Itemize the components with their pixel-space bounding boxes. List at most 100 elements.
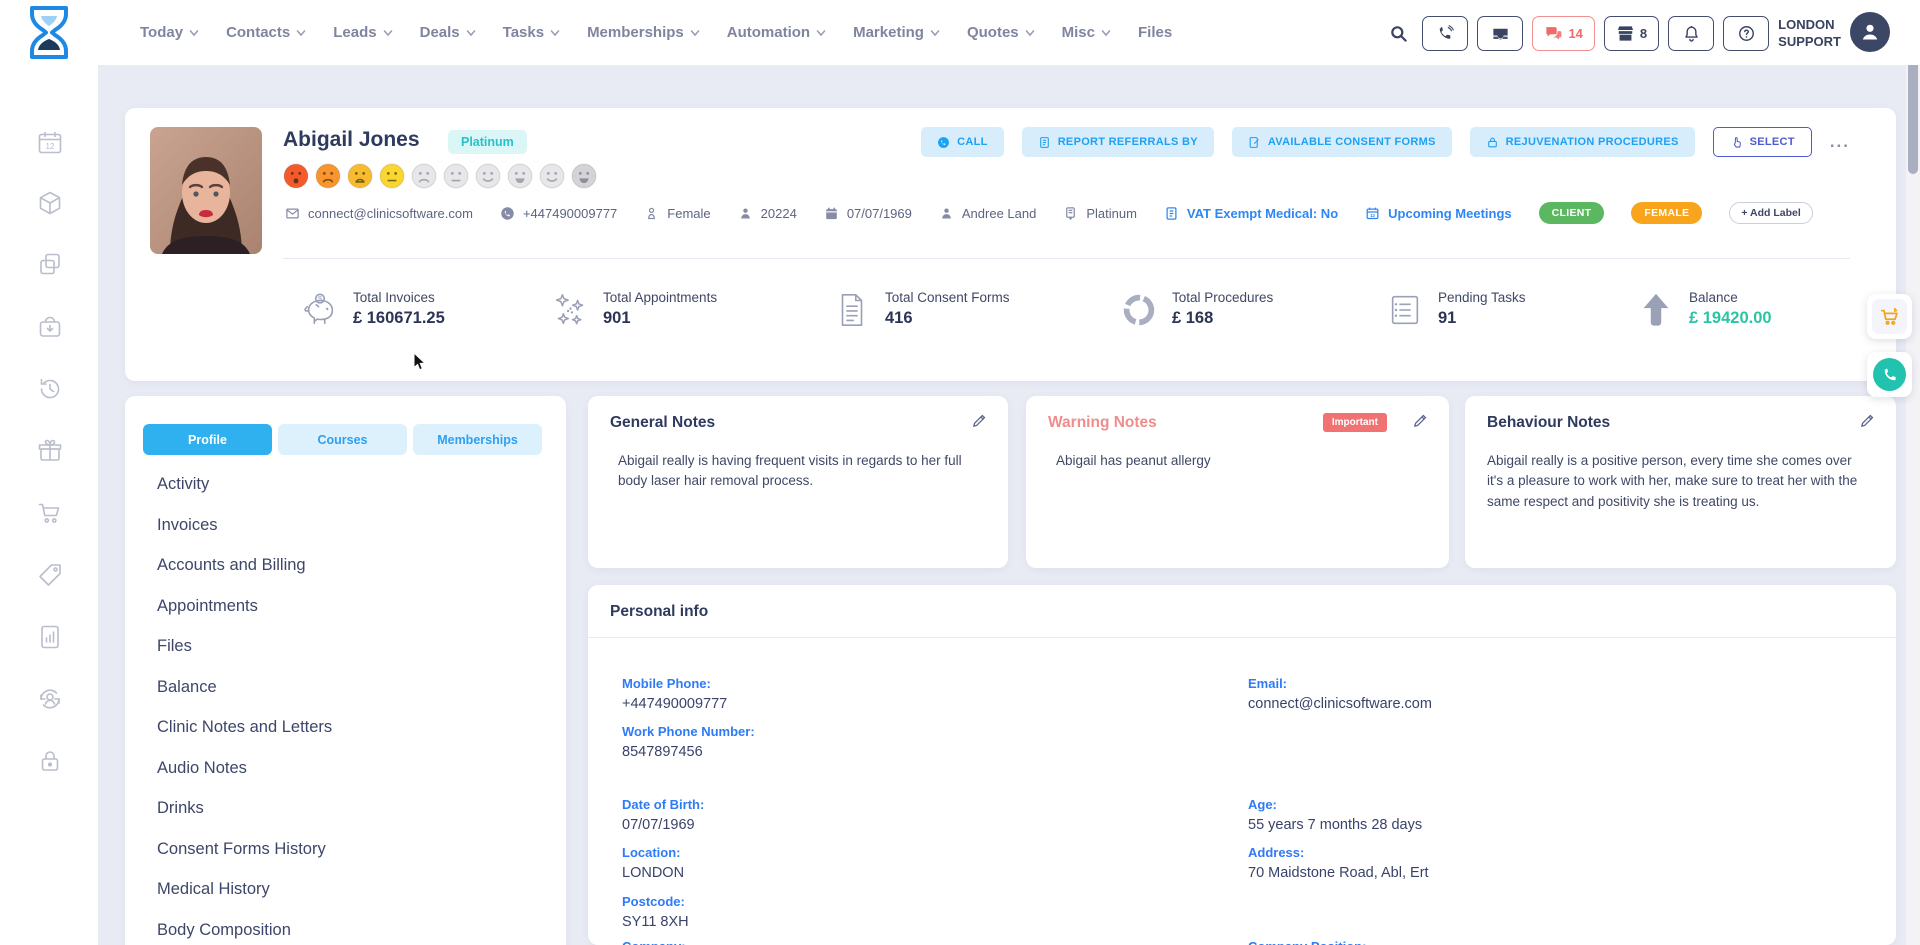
rail-calendar-icon[interactable]: 12 — [36, 129, 64, 157]
rail-price-tag-icon[interactable] — [36, 561, 64, 589]
nav-item-memberships[interactable]: Memberships — [587, 24, 700, 41]
mood-unhappy-icon[interactable] — [347, 163, 373, 189]
menu-item-body-composition[interactable]: Body Composition — [157, 921, 291, 940]
field-age: Age:55 years 7 months 28 days — [1248, 797, 1422, 833]
edit-pencil-icon[interactable] — [1412, 412, 1429, 429]
nav-item-contacts[interactable]: Contacts — [226, 24, 306, 41]
patient-side-panel: ProfileCoursesMemberships Activity Invoice… — [125, 396, 566, 945]
rail-history-icon[interactable] — [36, 375, 64, 403]
phone-calls-button[interactable] — [1422, 16, 1468, 51]
floating-cart-button[interactable] — [1867, 294, 1912, 339]
clinicsoftware-logo-icon[interactable] — [24, 6, 74, 59]
rail-lock-icon[interactable] — [36, 747, 64, 775]
nav-item-marketing[interactable]: Marketing — [853, 24, 940, 41]
left-icon-rail: 12 — [0, 65, 98, 945]
person-icon — [1858, 20, 1882, 44]
behaviour-notes-body: Abigail really is a positive person, eve… — [1487, 451, 1870, 512]
shopping-cart-icon — [1879, 306, 1901, 328]
rail-cart-icon[interactable] — [36, 499, 64, 527]
task-list-icon — [1386, 290, 1424, 335]
menu-item-invoices[interactable]: Invoices — [157, 516, 218, 535]
nav-item-automation[interactable]: Automation — [727, 24, 826, 41]
mood-angry-icon[interactable] — [283, 163, 309, 189]
form-pen-icon — [1248, 136, 1261, 149]
mood-upset-icon[interactable] — [315, 163, 341, 189]
field-company-position: Company Position: — [1248, 939, 1366, 945]
rail-gift-icon[interactable] — [36, 437, 64, 465]
consent-doc-icon — [833, 290, 871, 335]
rail-account-sync-icon[interactable] — [36, 685, 64, 713]
search-button[interactable] — [1383, 16, 1413, 51]
menu-item-clinic-notes-and-letters[interactable]: Clinic Notes and Letters — [157, 718, 332, 737]
navbar-right-cluster: 14 8 LONDON SUPPORT — [1383, 15, 1890, 52]
report-referrals-button[interactable]: REPORT REFERRALS BY — [1022, 127, 1214, 157]
mood-delighted-icon[interactable] — [571, 163, 597, 189]
store-icon — [1616, 24, 1635, 43]
edit-pencil-icon[interactable] — [971, 412, 988, 429]
stat-value: 901 — [603, 309, 717, 328]
add-label-button[interactable]: + Add Label — [1729, 202, 1812, 224]
tab-profile[interactable]: Profile — [143, 424, 272, 455]
floating-whatsapp-button[interactable] — [1867, 352, 1912, 397]
inbox-button[interactable] — [1477, 16, 1523, 51]
rejuvenation-procedures-button[interactable]: REJUVENATION PROCEDURES — [1470, 127, 1695, 157]
mood-happy-icon[interactable] — [507, 163, 533, 189]
available-consent-forms-button[interactable]: AVAILABLE CONSENT FORMS — [1232, 127, 1452, 157]
more-options-button[interactable]: ... — [1830, 132, 1850, 152]
stat-label: Balance — [1689, 290, 1772, 305]
nav-item-misc[interactable]: Misc — [1062, 24, 1111, 41]
rail-copy-icon[interactable] — [36, 250, 64, 278]
mood-neutral-icon[interactable] — [379, 163, 405, 189]
rail-basket-calendar-icon[interactable] — [36, 313, 64, 341]
edit-pencil-icon[interactable] — [1859, 412, 1876, 429]
mood-pleased-icon[interactable] — [539, 163, 565, 189]
mood-content-icon[interactable] — [475, 163, 501, 189]
inbox-tray-icon — [1491, 24, 1510, 43]
menu-item-accounts-and-billing[interactable]: Accounts and Billing — [157, 556, 306, 575]
sparkles-icon — [551, 290, 589, 335]
behaviour-notes-card: Behaviour Notes Abigail really is a posi… — [1465, 396, 1896, 568]
patient-photo[interactable] — [150, 127, 262, 254]
nav-item-leads[interactable]: Leads — [333, 24, 392, 41]
menu-item-consent-forms-history[interactable]: Consent Forms History — [157, 840, 326, 859]
nav-item-tasks[interactable]: Tasks — [503, 24, 560, 41]
nav-item-deals[interactable]: Deals — [420, 24, 476, 41]
chat-messages-button[interactable]: 14 — [1532, 16, 1594, 51]
menu-item-drinks[interactable]: Drinks — [157, 799, 204, 818]
nav-item-files[interactable]: Files — [1138, 24, 1172, 41]
user-avatar[interactable] — [1850, 12, 1890, 52]
mood-meh-icon[interactable] — [443, 163, 469, 189]
menu-item-audio-notes[interactable]: Audio Notes — [157, 759, 247, 778]
contact-person: Andree Land — [939, 206, 1036, 221]
stat-label: Total Procedures — [1172, 290, 1273, 305]
profile-action-row: CALL REPORT REFERRALS BY AVAILABLE CONSE… — [921, 127, 1850, 157]
call-button[interactable]: CALL — [921, 127, 1004, 157]
rail-package-icon[interactable] — [36, 189, 64, 217]
mood-sad-icon[interactable] — [411, 163, 437, 189]
contact-link-meeting-calendar[interactable]: 12Upcoming Meetings — [1365, 206, 1512, 221]
menu-item-medical-history[interactable]: Medical History — [157, 880, 270, 899]
select-button[interactable]: SELECT — [1713, 127, 1812, 157]
bell-icon — [1682, 24, 1701, 43]
help-button[interactable] — [1723, 16, 1769, 51]
label-chip-female[interactable]: FEMALE — [1631, 202, 1702, 224]
menu-item-activity[interactable]: Activity — [157, 475, 209, 494]
hand-pointer-icon — [1730, 136, 1743, 149]
call-icon — [937, 136, 950, 149]
contact-link-vat-doc[interactable]: VAT Exempt Medical: No — [1164, 206, 1338, 221]
notifications-button[interactable] — [1668, 16, 1714, 51]
tab-memberships[interactable]: Memberships — [413, 424, 542, 455]
rail-report-icon[interactable] — [36, 623, 64, 651]
patient-profile-card: Abigail Jones Platinum connect@clinicsof… — [125, 108, 1896, 381]
nav-item-quotes[interactable]: Quotes — [967, 24, 1035, 41]
store-button[interactable]: 8 — [1604, 16, 1659, 51]
field-mobile-phone: Mobile Phone:+447490009777 — [622, 676, 727, 712]
label-chip-client[interactable]: CLIENT — [1539, 202, 1605, 224]
menu-item-appointments[interactable]: Appointments — [157, 597, 258, 616]
menu-item-balance[interactable]: Balance — [157, 678, 217, 697]
menu-item-files[interactable]: Files — [157, 637, 192, 656]
tab-courses[interactable]: Courses — [278, 424, 407, 455]
whatsapp-phone-icon — [1881, 366, 1899, 384]
field-work-phone-number: Work Phone Number:8547897456 — [622, 724, 755, 760]
nav-item-today[interactable]: Today — [140, 24, 199, 41]
